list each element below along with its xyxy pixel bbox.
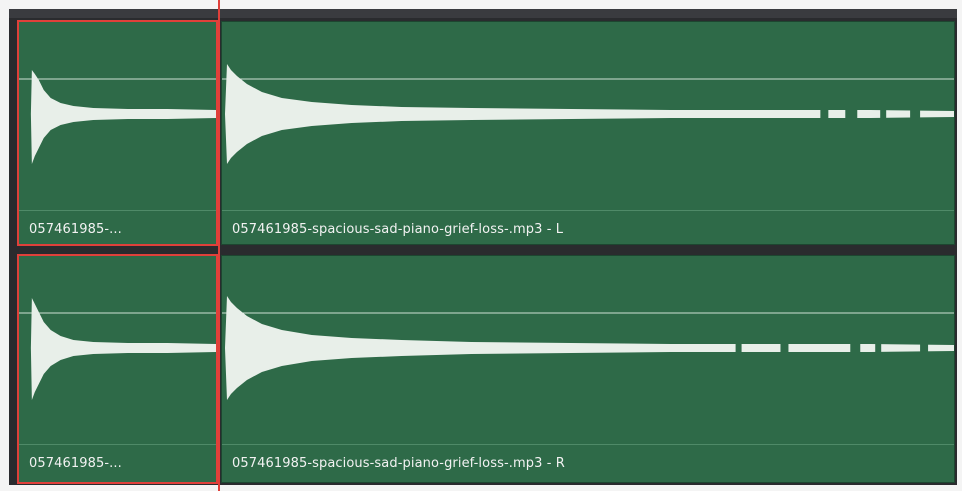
- waveform: [19, 70, 216, 164]
- waveform: [222, 296, 954, 400]
- clip-divider: [19, 444, 216, 445]
- clip-divider: [222, 210, 954, 211]
- clip-r-main[interactable]: 057461985-spacious-sad-piano-grief-loss-…: [221, 255, 955, 483]
- waveform: [222, 64, 954, 164]
- clip-name: 057461985-...: [29, 456, 122, 471]
- playhead[interactable]: [218, 0, 220, 491]
- timeline: 057461985-... 057461985-spacious-sad-pia…: [9, 9, 957, 485]
- waveform: [19, 298, 216, 400]
- clip-name: 057461985-spacious-sad-piano-grief-loss-…: [232, 222, 564, 237]
- clip-name: 057461985-spacious-sad-piano-grief-loss-…: [232, 456, 565, 471]
- clip-name: 057461985-...: [29, 222, 122, 237]
- clip-l-main[interactable]: 057461985-spacious-sad-piano-grief-loss-…: [221, 21, 955, 245]
- clip-r-short[interactable]: 057461985-...: [17, 254, 218, 484]
- clip-l-short[interactable]: 057461985-...: [17, 20, 218, 246]
- timeline-ruler[interactable]: [9, 9, 957, 18]
- clip-divider: [19, 210, 216, 211]
- clip-divider: [222, 444, 954, 445]
